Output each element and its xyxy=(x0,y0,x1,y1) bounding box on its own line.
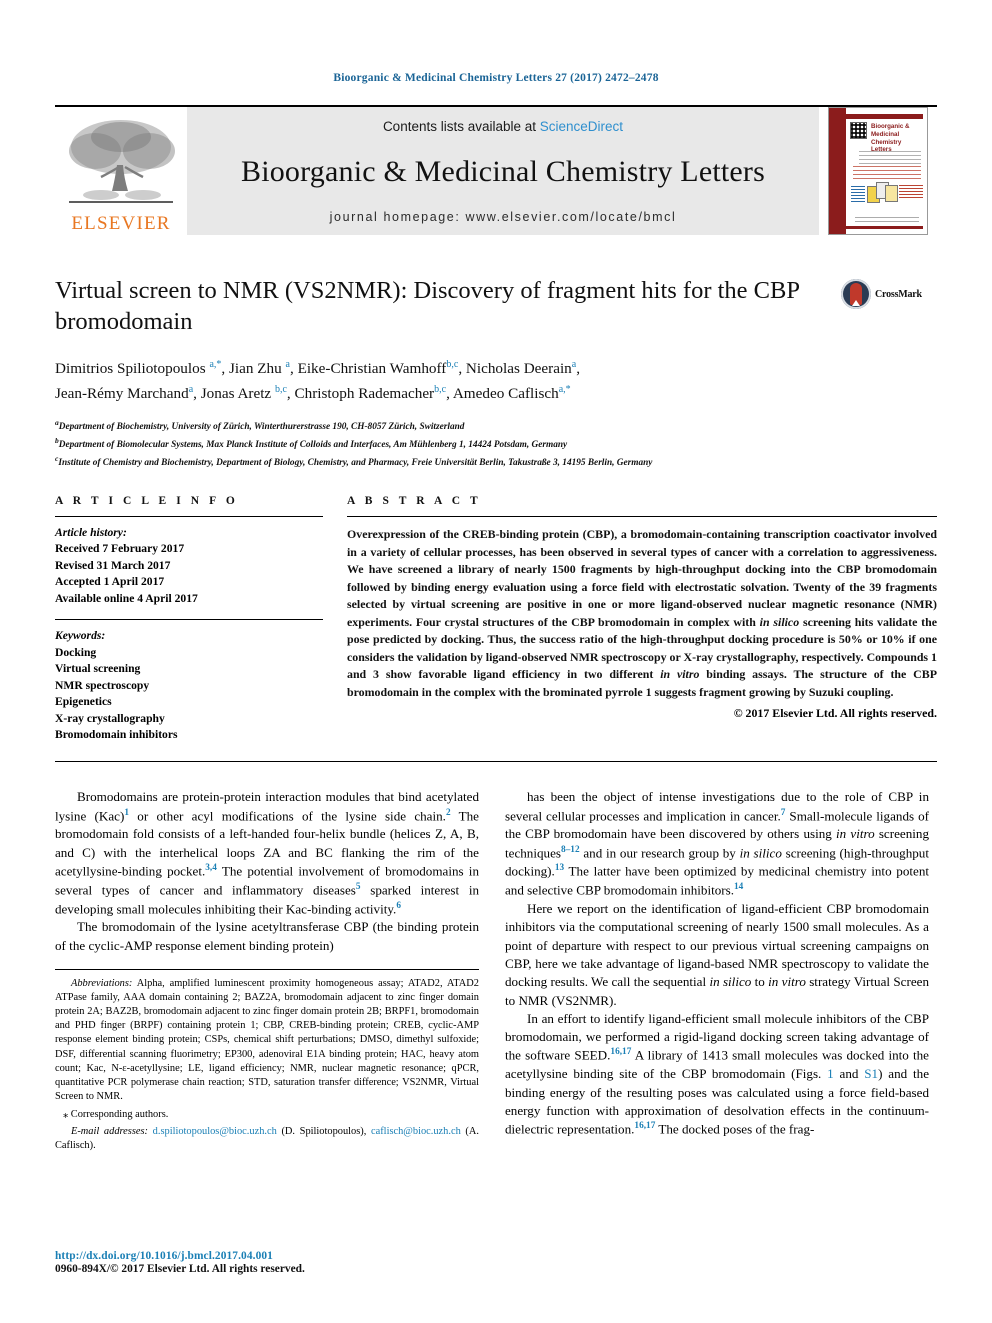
cover-side-lines xyxy=(851,184,865,202)
cover-editor-lines xyxy=(853,166,921,179)
email-addresses-note[interactable]: E-mail addresses: d.spiliotopoulos@bioc.… xyxy=(55,1125,479,1153)
doi-link[interactable]: http://dx.doi.org/10.1016/j.bmcl.2017.04… xyxy=(55,1250,485,1262)
history-item: Revised 31 March 2017 xyxy=(55,558,171,572)
body-paragraph: In an effort to identify ligand-efficien… xyxy=(505,1010,930,1137)
keywords-label: Keywords: xyxy=(55,629,106,643)
body-paragraph: Bromodomains are protein-protein interac… xyxy=(55,789,480,916)
author-line-1: Dimitrios Spiliotopoulos a,*, Jian Zhu a… xyxy=(55,359,581,378)
cover-right-lines xyxy=(899,184,923,198)
journal-cover-thumbnail: Bioorganic & Medicinal Chemistry Letters xyxy=(828,107,928,235)
affiliation-item: bDepartment of Biomolecular Systems, Max… xyxy=(55,435,937,453)
author-line-2: Jean-Rémy Marchanda, Jonas Aretz b,c, Ch… xyxy=(55,383,571,402)
keyword-item: Bromodomain inhibitors xyxy=(55,728,178,741)
affiliation-text: Institute of Chemistry and Biochemistry,… xyxy=(58,457,653,468)
keyword-item: X-ray crystallography xyxy=(55,711,165,725)
author-list: Dimitrios Spiliotopoulos a,*, Jian Zhu a… xyxy=(55,357,937,406)
journal-band: Contents lists available at ScienceDirec… xyxy=(187,107,819,235)
affiliation-list: aDepartment of Biochemistry, University … xyxy=(55,417,937,471)
crossmark-icon xyxy=(841,279,871,309)
article-history-label: Article history: xyxy=(55,526,127,540)
cover-subtitle-lines xyxy=(859,148,921,164)
affiliation-item: cInstitute of Chemistry and Biochemistry… xyxy=(55,453,937,471)
running-head: Bioorganic & Medicinal Chemistry Letters… xyxy=(333,72,659,84)
journal-title: Bioorganic & Medicinal Chemistry Letters xyxy=(240,155,765,188)
body-columns: Bromodomains are protein-protein interac… xyxy=(55,788,937,1153)
contents-available-line: Contents lists available at ScienceDirec… xyxy=(383,119,623,134)
cover-footer-lines xyxy=(855,214,919,222)
keyword-item: NMR spectroscopy xyxy=(55,678,150,692)
footnotes-block: Abbreviations: Alpha, amplified luminesc… xyxy=(55,968,479,1154)
abstract-column: A B S T R A C T Overexpression of the CR… xyxy=(347,495,937,743)
cover-top-band xyxy=(846,114,923,119)
sciencedirect-link[interactable]: ScienceDirect xyxy=(540,119,623,134)
journal-homepage-link[interactable]: journal homepage: www.elsevier.com/locat… xyxy=(330,210,677,224)
keyword-item: Virtual screening xyxy=(55,662,141,676)
title-area: Virtual screen to NMR (VS2NMR): Discover… xyxy=(55,275,937,337)
body-paragraph: The bromodomain of the lysine acetyltran… xyxy=(55,919,479,953)
history-item: Available online 4 April 2017 xyxy=(55,591,198,605)
abstract-heading: A B S T R A C T xyxy=(347,495,482,508)
cover-left-band xyxy=(829,108,846,234)
divider xyxy=(55,619,323,621)
affiliation-text: Department of Biomolecular Systems, Max … xyxy=(58,439,568,450)
journal-article-page: Bioorganic & Medicinal Chemistry Letters… xyxy=(0,0,992,1323)
info-abstract-section: A R T I C L E I N F O Article history: R… xyxy=(55,495,937,743)
journal-cover-block: Bioorganic & Medicinal Chemistry Letters xyxy=(819,107,937,235)
cover-bottom-band xyxy=(846,226,923,229)
history-item: Received 7 February 2017 xyxy=(55,542,185,556)
abstract-text: Overexpression of the CREB-binding prote… xyxy=(347,527,937,699)
article-info-column: A R T I C L E I N F O Article history: R… xyxy=(55,495,323,743)
issn-copyright: 0960-894X/© 2017 Elsevier Ltd. All right… xyxy=(55,1263,305,1275)
keyword-item: Docking xyxy=(55,645,97,659)
elsevier-logo: ELSEVIER xyxy=(55,107,187,235)
cover-artwork xyxy=(867,182,898,204)
crossmark-badge[interactable]: CrossMark xyxy=(841,279,937,309)
elsevier-tree-icon xyxy=(65,117,177,213)
page-title: Virtual screen to NMR (VS2NMR): Discover… xyxy=(55,277,800,336)
keyword-item: Epigenetics xyxy=(55,695,112,709)
divider xyxy=(55,761,937,763)
page-footer: http://dx.doi.org/10.1016/j.bmcl.2017.04… xyxy=(55,1250,485,1275)
divider xyxy=(347,516,937,518)
body-right-column: has been the object of intense investiga… xyxy=(505,788,929,1153)
abstract-copyright: © 2017 Elsevier Ltd. All rights reserved… xyxy=(733,706,937,721)
contents-prefix: Contents lists available at xyxy=(382,119,540,134)
corresponding-author-note: ⁎ Corresponding authors. xyxy=(63,1109,169,1121)
crossmark-label: CrossMark xyxy=(875,288,922,300)
affiliation-text: Department of Biochemistry, University o… xyxy=(58,421,465,432)
affiliation-item: aDepartment of Biochemistry, University … xyxy=(55,417,937,435)
divider xyxy=(55,516,323,518)
body-left-column: Bromodomains are protein-protein interac… xyxy=(55,788,479,1153)
body-paragraph: Here we report on the identification of … xyxy=(505,900,929,1008)
keywords-block: Keywords: Docking Virtual screening NMR … xyxy=(55,628,323,743)
elsevier-wordmark: ELSEVIER xyxy=(71,213,171,234)
barcode-icon xyxy=(850,122,867,139)
history-item: Accepted 1 April 2017 xyxy=(55,575,165,589)
journal-masthead: ELSEVIER Contents lists available at Sci… xyxy=(55,105,937,235)
article-info-heading: A R T I C L E I N F O xyxy=(55,495,239,508)
abbreviations-note: Abbreviations: Alpha, amplified luminesc… xyxy=(55,977,479,1102)
article-history: Article history: Received 7 February 201… xyxy=(55,525,323,607)
body-paragraph: has been the object of intense investiga… xyxy=(505,789,929,898)
